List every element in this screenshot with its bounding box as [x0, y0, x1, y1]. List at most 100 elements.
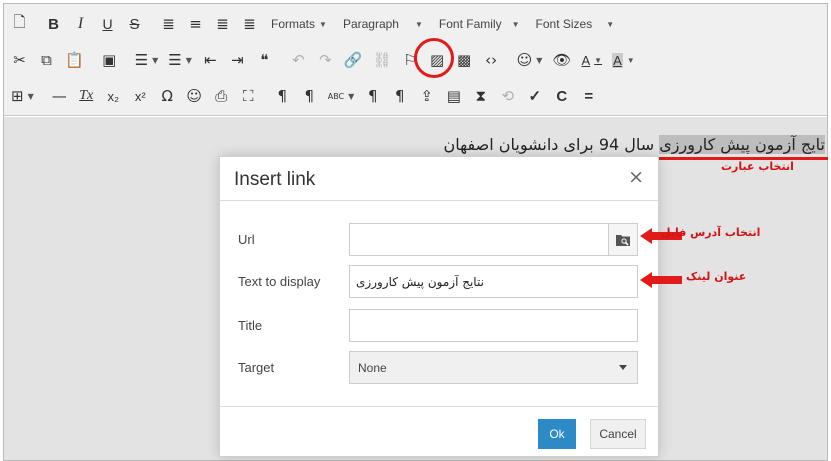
separator [36, 13, 37, 35]
separator [508, 49, 509, 71]
close-icon[interactable]: × [628, 168, 644, 187]
target-select-value: None [358, 361, 387, 375]
italic-button[interactable]: I [67, 10, 94, 38]
visual-chars-button[interactable]: ¶ [386, 82, 413, 110]
strikethrough-button[interactable]: S [121, 10, 148, 38]
annotation-select-phrase: انتخاب عبارت [721, 160, 794, 173]
fullscreen-button[interactable]: ⛶ [235, 82, 262, 110]
upload-button[interactable]: ⇪ [413, 82, 440, 110]
numbered-list-button[interactable]: ☰ ▼ [163, 46, 197, 74]
equal-button[interactable]: = [575, 82, 602, 110]
browse-button[interactable] [608, 223, 638, 256]
background-color-button[interactable]: A ▼ [607, 46, 640, 74]
chevron-down-icon [619, 365, 627, 370]
numbered-list-icon: ☰ [168, 51, 182, 69]
background-color-icon: A [612, 52, 623, 68]
separator [281, 49, 282, 71]
pagebreak-button[interactable]: ⧗ [467, 82, 494, 110]
special-char-button[interactable]: Ω [154, 82, 181, 110]
chevron-down-icon: ▼ [594, 55, 603, 65]
template-button[interactable]: ▤ [440, 82, 467, 110]
check-button[interactable]: ✓ [521, 82, 548, 110]
chevron-down-icon: ▼ [606, 19, 615, 29]
formats-dropdown[interactable]: Formats ▼ [263, 10, 335, 38]
horizontal-rule-button[interactable]: — [46, 82, 73, 110]
text-to-display-label: Text to display [238, 274, 321, 289]
chevron-down-icon: ▼ [27, 91, 34, 101]
text-to-display-input[interactable] [349, 265, 638, 298]
target-select[interactable]: None [349, 351, 638, 384]
chevron-down-icon: ▼ [536, 55, 543, 65]
justify-button[interactable]: ≣ [236, 10, 263, 38]
new-document-button[interactable]: 🗋 [6, 10, 33, 38]
selected-text[interactable]: تایج آزمون پیش کارورزی [659, 135, 825, 154]
remove-format-button[interactable]: Tx [73, 82, 100, 110]
font-family-label: Font Family [438, 17, 502, 31]
unlink-button[interactable]: ⛓ [368, 46, 397, 74]
title-input[interactable] [349, 309, 638, 342]
dialog-footer: Ok Cancel [220, 406, 658, 458]
title-label: Title [238, 318, 263, 333]
cut-button[interactable]: ✂ [6, 46, 33, 74]
align-center-button[interactable]: ≡ [182, 10, 209, 38]
paragraph-dropdown[interactable]: Paragraph ▼ [335, 10, 431, 38]
chevron-down-icon: ▼ [414, 19, 423, 29]
superscript-button[interactable]: x² [127, 82, 154, 110]
separator [92, 49, 93, 71]
paragraph-label: Paragraph [342, 17, 399, 31]
indent-button[interactable]: ⇥ [224, 46, 251, 74]
arrow-left-icon [640, 272, 682, 288]
bold-button[interactable]: B [40, 10, 67, 38]
target-label: Target [238, 360, 275, 375]
content-paragraph[interactable]: تایج آزمون پیش کارورزی سال 94 برای دانشو… [444, 135, 825, 154]
url-row: Url [220, 223, 658, 256]
target-row: Target None [220, 351, 658, 384]
emoticons-button[interactable]: ☺ ▼ [512, 46, 548, 74]
print-button[interactable]: ⎙ [208, 82, 235, 110]
dialog-title: Insert link [234, 169, 316, 190]
ok-button[interactable]: Ok [538, 419, 576, 449]
title-row: Title [220, 309, 658, 342]
separator [265, 85, 266, 107]
folder-search-icon [616, 234, 630, 246]
bullet-list-button[interactable]: ☰ ▼ [130, 46, 164, 74]
cancel-button[interactable]: Cancel [590, 419, 646, 449]
url-input[interactable] [349, 223, 609, 256]
align-right-button[interactable]: ≣ [209, 10, 236, 38]
emoticon-button[interactable]: ☺ [181, 82, 208, 110]
chevron-down-icon: ▼ [626, 55, 635, 65]
insert-link-dialog: Insert link × Url Text to display Title … [219, 156, 659, 457]
undo-button[interactable]: ↶ [285, 46, 312, 74]
c-button[interactable]: C [548, 82, 575, 110]
restore-draft-button[interactable]: ⟲ [494, 82, 521, 110]
bullet-list-icon: ☰ [134, 51, 149, 69]
url-label: Url [238, 232, 255, 247]
font-family-dropdown[interactable]: Font Family ▼ [431, 10, 528, 38]
paste-button[interactable]: 📋 [60, 46, 89, 74]
show-blocks-button[interactable]: ¶ [359, 82, 386, 110]
chevron-down-icon: ▼ [348, 91, 355, 101]
font-sizes-dropdown[interactable]: Font Sizes ▼ [528, 10, 623, 38]
outdent-button[interactable]: ⇤ [197, 46, 224, 74]
chevron-down-icon: ▼ [152, 55, 159, 65]
underline-button[interactable]: U [94, 10, 121, 38]
find-button[interactable]: ▣ [96, 46, 123, 74]
insert-link-button[interactable]: 🔗 [339, 46, 368, 74]
content-text: سال 94 برای دانشویان اصفهان [443, 135, 655, 154]
code-button[interactable]: ‹› [478, 46, 505, 74]
ltr-button[interactable]: ¶ [269, 82, 296, 110]
dialog-header: Insert link × [220, 157, 658, 201]
separator [42, 85, 43, 107]
copy-button[interactable]: ⧉ [33, 46, 60, 74]
preview-button[interactable]: 👁 [547, 46, 576, 74]
media-button[interactable]: ▩ [451, 46, 478, 74]
table-button[interactable]: ⊞ ▼ [6, 82, 39, 110]
rtl-button[interactable]: ¶ [296, 82, 323, 110]
text-color-button[interactable]: A ▼ [576, 46, 607, 74]
align-left-button[interactable]: ≣ [155, 10, 182, 38]
spellcheck-button[interactable]: ABC ▼ [323, 82, 360, 110]
redo-button[interactable]: ↷ [312, 46, 339, 74]
blockquote-button[interactable]: ❝ [251, 46, 278, 74]
subscript-button[interactable]: x₂ [100, 82, 127, 110]
chevron-down-icon: ▼ [511, 19, 520, 29]
